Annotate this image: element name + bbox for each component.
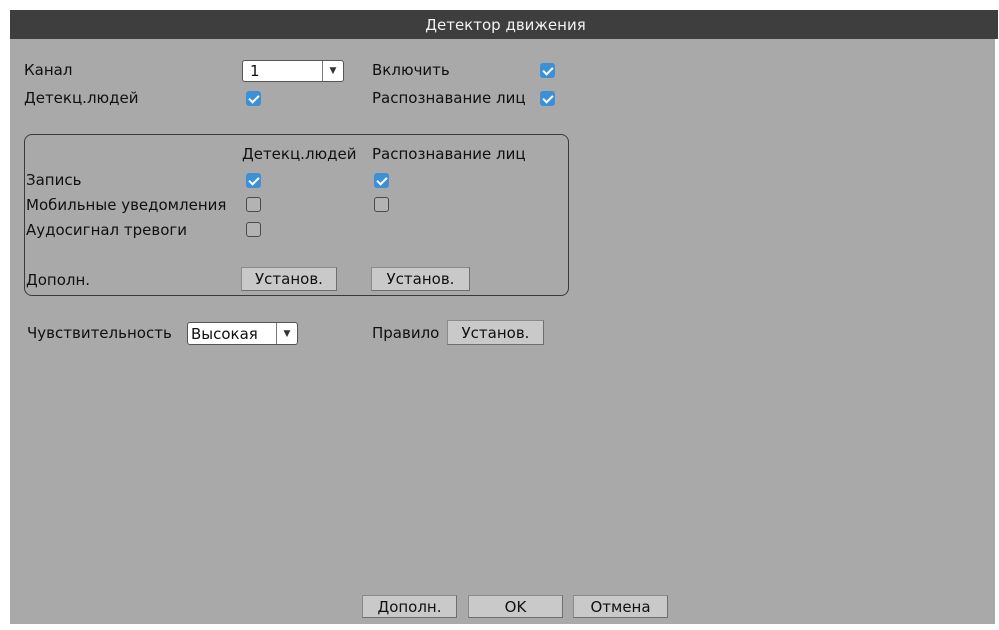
col-header-human: Детекц.людей xyxy=(242,145,357,163)
channel-label: Канал xyxy=(24,61,73,79)
enable-checkbox[interactable] xyxy=(540,63,555,78)
human-detect-label: Детекц.людей xyxy=(24,89,139,107)
audio-alarm-human-checkbox[interactable] xyxy=(246,222,261,237)
channel-value: 1 xyxy=(250,62,260,80)
sensitivity-select[interactable]: Высокая ▼ xyxy=(187,322,298,345)
sensitivity-label: Чувствительность xyxy=(27,324,172,342)
mobile-notify-label: Мобильные уведомления xyxy=(26,196,227,214)
record-label: Запись xyxy=(26,171,82,189)
dialog-title-bar: Детектор движения xyxy=(10,10,998,39)
ok-button[interactable]: OK xyxy=(468,595,563,618)
human-set-button[interactable]: Установ. xyxy=(241,267,337,291)
rule-label: Правило xyxy=(372,324,440,342)
footer-more-button[interactable]: Дополн. xyxy=(362,595,457,618)
chevron-down-icon[interactable]: ▼ xyxy=(276,323,297,344)
mobile-notify-human-checkbox[interactable] xyxy=(246,197,261,212)
enable-label: Включить xyxy=(372,61,450,79)
channel-select[interactable]: 1 ▼ xyxy=(242,60,344,82)
dialog-title: Детектор движения xyxy=(425,15,586,34)
motion-detector-dialog: Детектор движения Канал 1 ▼ Включить Дет… xyxy=(10,10,998,624)
face-set-button[interactable]: Установ. xyxy=(371,267,470,291)
sensitivity-value: Высокая xyxy=(191,324,258,343)
col-header-face: Распознавание лиц xyxy=(372,145,526,163)
cancel-button[interactable]: Отмена xyxy=(573,595,668,618)
audio-alarm-label: Аудосигнал тревоги xyxy=(26,221,188,239)
human-detect-checkbox[interactable] xyxy=(246,91,261,106)
rule-set-button[interactable]: Установ. xyxy=(447,320,544,345)
mobile-notify-face-checkbox[interactable] xyxy=(374,197,389,212)
group-more-label: Дополн. xyxy=(26,271,91,289)
chevron-down-icon[interactable]: ▼ xyxy=(322,61,343,81)
record-face-checkbox[interactable] xyxy=(374,173,389,188)
face-recog-label: Распознавание лиц xyxy=(372,89,526,107)
record-human-checkbox[interactable] xyxy=(246,173,261,188)
face-recog-checkbox[interactable] xyxy=(540,91,555,106)
